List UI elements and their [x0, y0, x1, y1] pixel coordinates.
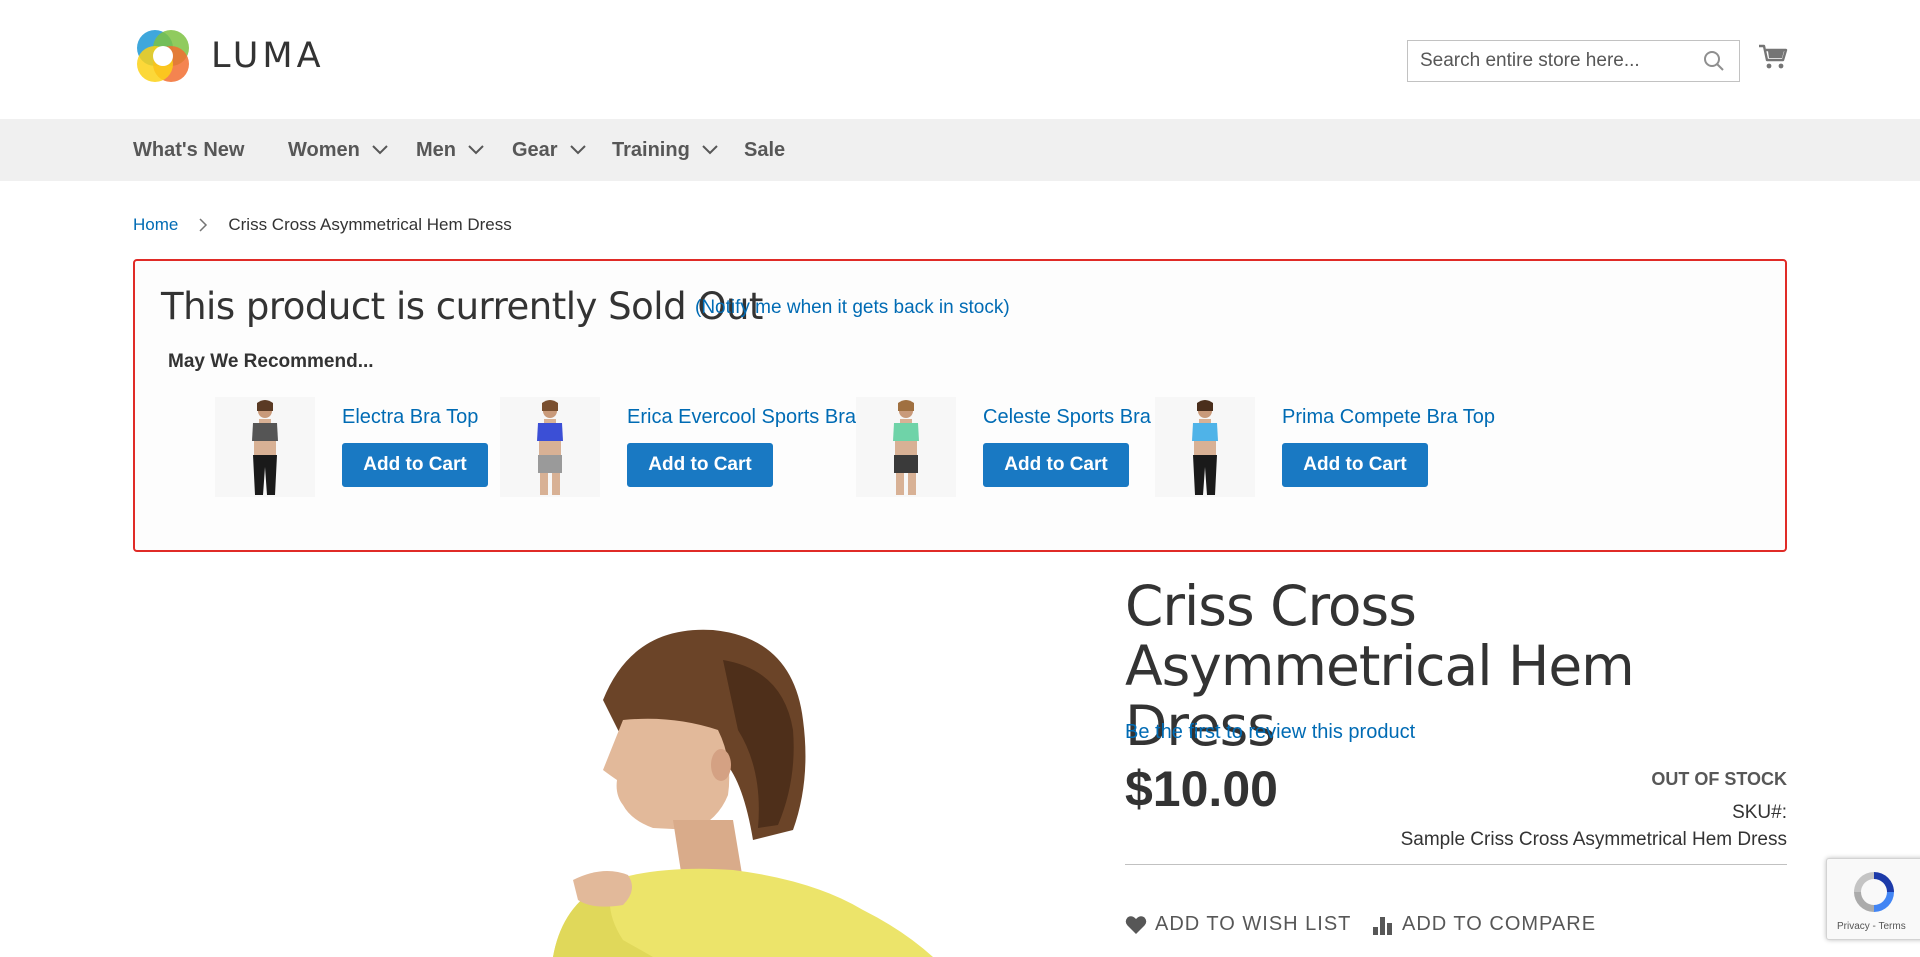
compare-bar-chart-icon — [1373, 916, 1392, 935]
recommended-product-name[interactable]: Erica Evercool Sports Bra — [627, 406, 856, 429]
add-to-cart-button[interactable]: Add to Cart — [1282, 443, 1428, 487]
recommended-product-name[interactable]: Electra Bra Top — [342, 406, 478, 429]
site-header: LUMA — [0, 0, 1920, 119]
nav-item-whats-new[interactable]: What's New — [133, 119, 244, 181]
sold-out-title: This product is currently Sold Out — [161, 285, 763, 328]
nav-item-training[interactable]: Training — [612, 119, 718, 181]
heart-icon — [1125, 915, 1147, 934]
add-to-cart-button[interactable]: Add to Cart — [627, 443, 773, 487]
breadcrumb-home-link[interactable]: Home — [133, 215, 178, 235]
product-main-image[interactable] — [133, 580, 1073, 957]
nav-item-label: Men — [416, 138, 456, 161]
recommended-product: Prima Compete Bra Top Add to Cart — [1155, 397, 1495, 497]
recommended-product-name[interactable]: Prima Compete Bra Top — [1282, 406, 1495, 429]
sku-label: SKU#: — [1732, 802, 1787, 823]
stock-status: OUT OF STOCK — [1651, 769, 1787, 789]
product-price: $10.00 — [1125, 761, 1278, 817]
divider — [1125, 864, 1787, 865]
recommend-heading: May We Recommend... — [168, 351, 374, 372]
nav-item-label: Sale — [744, 138, 786, 161]
main-navigation: What's New Women Men Gear Training Sale — [0, 119, 1920, 181]
chevron-down-icon — [468, 145, 484, 155]
recaptcha-icon — [1854, 872, 1894, 912]
nav-item-label: What's New — [133, 138, 245, 161]
add-to-compare-link[interactable]: Add to Compare — [1372, 913, 1596, 936]
search-icon[interactable] — [1703, 50, 1725, 72]
breadcrumb-current: Criss Cross Asymmetrical Hem Dress — [228, 215, 512, 234]
add-to-cart-button[interactable]: Add to Cart — [983, 443, 1129, 487]
sold-out-notice: This product is currently Sold Out (Noti… — [133, 259, 1787, 552]
breadcrumb: Home Criss Cross Asymmetrical Hem Dress — [133, 215, 512, 235]
nav-item-men[interactable]: Men — [416, 119, 484, 181]
nav-item-label: Training — [612, 138, 690, 161]
recaptcha-privacy-terms[interactable]: Privacy - Terms — [1837, 921, 1906, 932]
chevron-down-icon — [372, 145, 388, 155]
nav-item-sale[interactable]: Sale — [744, 119, 785, 181]
product-thumbnail[interactable] — [215, 397, 315, 497]
sku-value: Sample Criss Cross Asymmetrical Hem Dres… — [1400, 829, 1787, 850]
sku-block: SKU#: Sample Criss Cross Asymmetrical He… — [1401, 799, 1787, 853]
product-thumbnail[interactable] — [500, 397, 600, 497]
recaptcha-badge[interactable]: Privacy - Terms — [1826, 858, 1920, 940]
add-to-wishlist-link[interactable]: Add to Wish List — [1125, 913, 1351, 936]
cart-icon[interactable] — [1758, 42, 1788, 72]
search-input[interactable] — [1408, 42, 1698, 80]
luma-logo-icon — [137, 30, 189, 82]
recommended-product: Electra Bra Top Add to Cart — [215, 397, 515, 497]
chevron-down-icon — [702, 145, 718, 155]
search-box — [1407, 40, 1740, 82]
recommended-product-name[interactable]: Celeste Sports Bra — [983, 406, 1151, 429]
nav-item-gear[interactable]: Gear — [512, 119, 586, 181]
chevron-down-icon — [569, 145, 586, 155]
luma-logo[interactable]: LUMA — [133, 26, 325, 86]
product-thumbnail[interactable] — [856, 397, 956, 497]
add-to-cart-button[interactable]: Add to Cart — [342, 443, 488, 487]
add-to-compare-label: Add to Compare — [1402, 913, 1597, 935]
nav-item-women[interactable]: Women — [288, 119, 388, 181]
recommended-product: Erica Evercool Sports Bra Add to Cart — [500, 397, 860, 497]
notify-back-in-stock-link[interactable]: (Notify me when it gets back in stock) — [695, 297, 1010, 319]
nav-item-label: Gear — [512, 138, 558, 161]
add-to-wishlist-label: Add to Wish List — [1155, 913, 1352, 935]
recommended-product: Celeste Sports Bra Add to Cart — [856, 397, 1156, 497]
chevron-right-icon — [199, 218, 208, 232]
nav-item-label: Women — [288, 138, 360, 161]
product-thumbnail[interactable] — [1155, 397, 1255, 497]
logo-text: LUMA — [211, 36, 325, 76]
review-link[interactable]: Be the first to review this product — [1125, 721, 1415, 744]
